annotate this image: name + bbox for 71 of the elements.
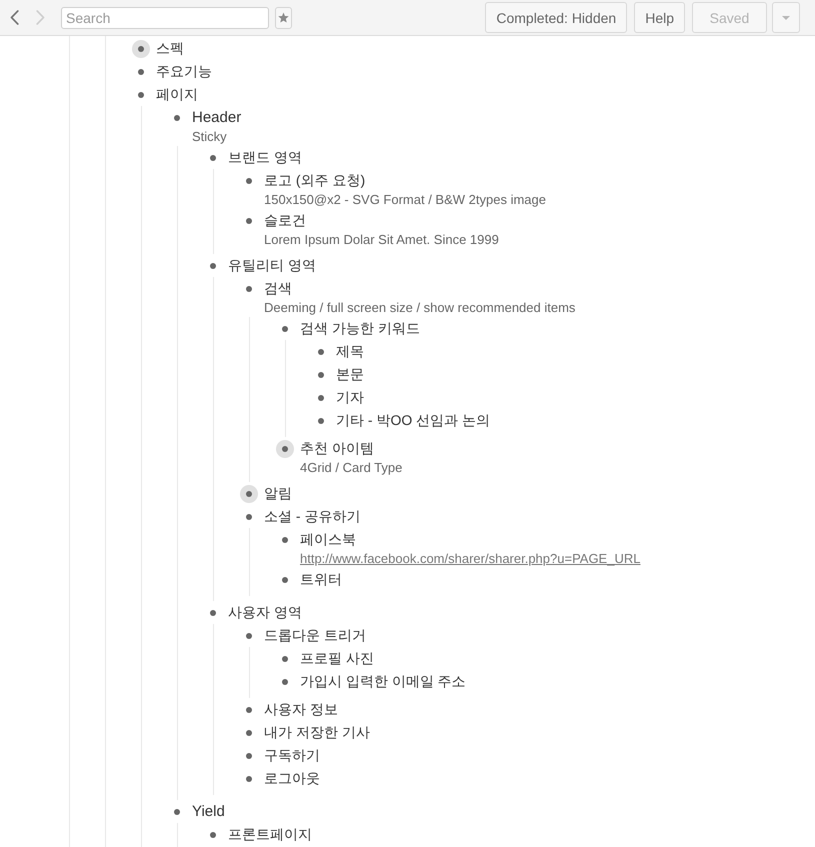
bullet-icon[interactable]	[246, 776, 252, 782]
note-link[interactable]: http://www.facebook.com/sharer/sharer.php?u=PAGE_URL	[300, 551, 640, 566]
item-text[interactable]: 기타 - 박OO 선임과 논의	[336, 409, 490, 432]
bullet-icon[interactable]	[318, 372, 324, 378]
item-note[interactable]: 4Grid / Card Type	[300, 460, 402, 475]
bullet-icon[interactable]	[246, 752, 252, 758]
bullet-icon[interactable]	[282, 326, 288, 332]
search-field[interactable]: Search	[61, 6, 269, 28]
item-text[interactable]: 프로필 사진	[300, 647, 374, 670]
bullet-icon[interactable]	[282, 536, 288, 542]
bullet-icon[interactable]	[210, 262, 216, 268]
bullet-icon[interactable]	[246, 730, 252, 736]
bullet-icon[interactable]	[282, 576, 288, 582]
item-text[interactable]: 검색 가능한 키워드	[300, 317, 420, 340]
star-button[interactable]	[275, 6, 292, 28]
item-text[interactable]: 로그아웃	[264, 767, 320, 790]
bullet-icon[interactable]	[246, 706, 252, 712]
item-text[interactable]: 사용자 정보	[264, 698, 338, 721]
chevron-left-icon[interactable]	[10, 10, 19, 25]
item-text[interactable]: 주요기능	[156, 60, 212, 83]
bullet-icon[interactable]	[246, 178, 252, 184]
item-text[interactable]: 프론트페이지	[228, 823, 312, 846]
bullet-icon[interactable]	[138, 92, 144, 98]
item-text[interactable]: 브랜드 영역	[228, 146, 302, 169]
bullet-icon[interactable]	[246, 514, 252, 520]
bullet-icon[interactable]	[318, 348, 324, 354]
item-text[interactable]: 본문	[336, 363, 364, 386]
bullet-icon[interactable]	[240, 484, 258, 502]
item-text[interactable]: 검색	[264, 277, 292, 300]
item-text[interactable]: 슬로건	[264, 209, 306, 232]
item-text[interactable]: 구독하기	[264, 744, 320, 767]
bullet-icon[interactable]	[282, 678, 288, 684]
bullet-icon[interactable]	[318, 394, 324, 400]
bullet-icon[interactable]	[276, 440, 294, 458]
bullet-icon[interactable]	[210, 154, 216, 160]
item-note[interactable]: Sticky	[192, 129, 227, 144]
item-text[interactable]: 내가 저장한 기사	[264, 721, 370, 744]
item-heading[interactable]: Header	[192, 106, 242, 129]
bullet-icon[interactable]	[246, 632, 252, 638]
item-note[interactable]: Lorem Ipsum Dolar Sit Amet. Since 1999	[264, 232, 499, 247]
item-text[interactable]: 유틸리티 영역	[228, 254, 316, 277]
bullet-icon[interactable]	[138, 68, 144, 74]
item-text[interactable]: 트위터	[300, 568, 342, 591]
item-text[interactable]: 페이스북	[300, 528, 356, 551]
item-note[interactable]: Deeming / full screen size / show recommended items	[264, 300, 576, 315]
bullet-icon[interactable]	[210, 832, 216, 838]
item-note[interactable]: 150x150@x2 - SVG Format / B&W 2types image	[264, 192, 546, 207]
item-text[interactable]: 제목	[336, 340, 364, 363]
item-heading[interactable]: Yield	[192, 800, 225, 823]
item-text[interactable]: 로고 (외주 요청)	[264, 169, 366, 192]
bullet-icon[interactable]	[132, 40, 150, 58]
item-text[interactable]: 사용자 영역	[228, 601, 302, 624]
caret-icon	[782, 16, 790, 20]
item-text[interactable]: 스펙	[156, 37, 184, 60]
item-text[interactable]: 가입시 입력한 이메일 주소	[300, 670, 466, 693]
help-button[interactable]: Help	[634, 2, 685, 33]
item-text[interactable]: 드롭다운 트리거	[264, 624, 366, 647]
item-text[interactable]: 추천 아이템	[300, 437, 374, 460]
completed-filter-button[interactable]: Completed: Hidden	[485, 2, 628, 33]
bullet-icon[interactable]	[174, 114, 180, 120]
item-text[interactable]: 기자	[336, 386, 364, 409]
bullet-icon[interactable]	[282, 656, 288, 662]
bullet-icon[interactable]	[246, 218, 252, 224]
item-text[interactable]: 소셜 - 공유하기	[264, 505, 360, 528]
bullet-icon[interactable]	[210, 610, 216, 616]
bullet-icon[interactable]	[318, 418, 324, 424]
bullet-icon[interactable]	[246, 286, 252, 292]
bullet-icon[interactable]	[174, 808, 180, 814]
star-icon	[278, 12, 289, 23]
item-text[interactable]: 페이지	[156, 83, 198, 106]
item-text[interactable]: 알림	[264, 482, 292, 505]
